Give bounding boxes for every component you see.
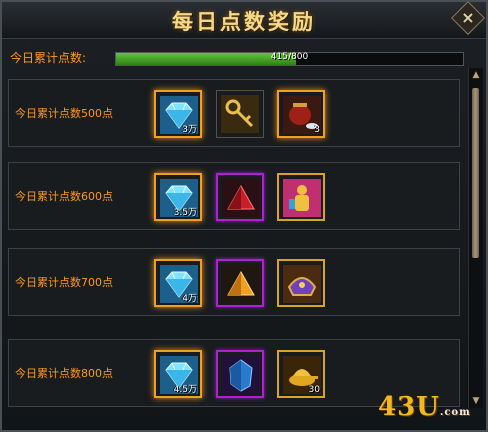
- reward-slot[interactable]: [216, 350, 264, 398]
- blue-crystal-icon: [222, 356, 260, 394]
- reward-row: 今日累计点数500点 3万 3: [8, 79, 460, 147]
- scroll-down-icon[interactable]: ▼: [470, 396, 482, 406]
- site-watermark-logo: 43U.com: [378, 392, 471, 422]
- points-progress-bar: 415/800: [115, 52, 464, 66]
- reward-count: 4万: [182, 294, 197, 304]
- reward-slot[interactable]: 3.5万: [154, 173, 202, 221]
- points-label: 今日累计点数:: [10, 51, 87, 65]
- reward-row: 今日累计点数600点 3.5万: [8, 162, 460, 230]
- reward-slot[interactable]: 3: [277, 90, 325, 138]
- reward-slot[interactable]: [216, 90, 264, 138]
- reward-count: 30: [308, 385, 320, 395]
- reward-count: 4.5万: [173, 385, 197, 395]
- golden-key-icon: [221, 95, 259, 133]
- watermark-main: 43U: [378, 392, 440, 422]
- reward-slot[interactable]: [216, 259, 264, 307]
- reward-count: 3.5万: [173, 208, 197, 218]
- reward-row-label: 今日累计点数800点: [15, 367, 113, 380]
- scrollbar[interactable]: ▲ ▼: [468, 68, 483, 408]
- reward-count: 3: [314, 125, 320, 135]
- scroll-up-icon[interactable]: ▲: [470, 70, 482, 80]
- reward-count: 3万: [182, 125, 197, 135]
- orange-triangle-gem-icon: [222, 265, 260, 303]
- title-bar: 每日点数奖励 ×: [2, 2, 486, 39]
- daily-points-reward-window: 每日点数奖励 × 今日累计点数: 415/800 今日累计点数500点 3万 3 今日…: [0, 0, 488, 432]
- red-triangle-gem-icon: [222, 179, 260, 217]
- reward-slot[interactable]: 30: [277, 350, 325, 398]
- points-progress-text: 415/800: [270, 52, 309, 62]
- reward-slot[interactable]: [277, 259, 325, 307]
- reward-row: 今日累计点数700点 4万: [8, 248, 460, 316]
- reward-row-label: 今日累计点数500点: [15, 107, 113, 120]
- reward-slot[interactable]: [277, 173, 325, 221]
- reward-slot[interactable]: 4.5万: [154, 350, 202, 398]
- purple-helmet-icon: [283, 265, 321, 303]
- close-icon: ×: [461, 8, 475, 27]
- reward-slot[interactable]: 3万: [154, 90, 202, 138]
- reward-slot[interactable]: 4万: [154, 259, 202, 307]
- watermark-suffix: .com: [439, 407, 471, 418]
- window-title: 每日点数奖励: [172, 9, 316, 34]
- reward-slot[interactable]: [216, 173, 264, 221]
- golden-statue-icon: [283, 179, 321, 217]
- reward-row-label: 今日累计点数700点: [15, 276, 113, 289]
- reward-row-label: 今日累计点数600点: [15, 190, 113, 203]
- scroll-thumb[interactable]: [472, 88, 479, 258]
